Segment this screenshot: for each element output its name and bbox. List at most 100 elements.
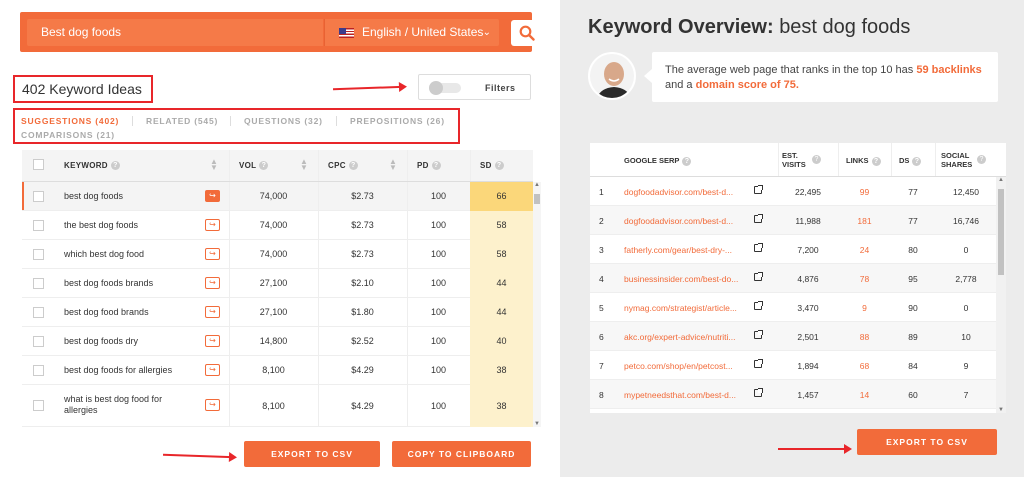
keyword-link-icon[interactable]: ↪ (205, 190, 220, 202)
row-checkbox[interactable] (33, 249, 44, 260)
export-csv-button[interactable]: EXPORT TO CSV (244, 441, 380, 467)
serp-url-link[interactable]: akc.org/expert-advice/nutriti... (624, 332, 736, 342)
links-cell[interactable]: 181 (838, 216, 891, 226)
keyword-link-icon[interactable]: ↪ (205, 399, 220, 411)
visits-cell: 1,894 (797, 361, 819, 371)
serp-url-link[interactable]: mypetneedsthat.com/best-d... (624, 390, 736, 400)
keyword-cell[interactable]: best dog foods (64, 191, 194, 202)
scroll-down-icon[interactable]: ▼ (533, 421, 541, 427)
serp-url-link[interactable]: nymag.com/strategist/article... (624, 303, 737, 313)
serp-url-link[interactable]: petco.com/shop/en/petcost... (624, 361, 733, 371)
keyword-cell[interactable]: best dog food brands (64, 307, 194, 318)
links-cell[interactable]: 9 (838, 303, 891, 313)
scroll-up-icon[interactable]: ▲ (533, 182, 541, 188)
keyword-cell[interactable]: what is best dog food for allergies (64, 394, 194, 416)
row-checkbox[interactable] (33, 365, 44, 376)
scrollbar-thumb[interactable] (998, 189, 1004, 275)
search-button[interactable] (511, 20, 543, 46)
links-cell[interactable]: 99 (838, 187, 891, 197)
row-checkbox[interactable] (33, 307, 44, 318)
filters-button[interactable]: Filters (485, 83, 516, 93)
serp-url-link[interactable]: fatherly.com/gear/best-dry-... (624, 245, 732, 255)
keyword-cell[interactable]: the best dog foods (64, 220, 194, 231)
serp-url-link[interactable]: businessinsider.com/best-do... (624, 274, 738, 284)
vol-cell: 27,100 (259, 307, 288, 317)
sort-icon[interactable]: ▲ ▼ (300, 158, 308, 172)
keyword-cell[interactable]: best dog foods brands (64, 278, 194, 289)
table-row[interactable]: best dog foods brands ↪ 27,100 $2.10 100… (22, 269, 533, 298)
visits-cell: 22,495 (795, 187, 821, 197)
tab-divider (132, 116, 133, 126)
keyword-link-icon[interactable]: ↪ (205, 335, 220, 347)
row-checkbox[interactable] (33, 278, 44, 289)
links-cell[interactable]: 88 (838, 332, 891, 342)
links-cell[interactable]: 78 (838, 274, 891, 284)
visits-column-header[interactable]: EST. VISITS (782, 151, 814, 169)
sd-column-header[interactable]: SD? (480, 161, 504, 171)
external-link-icon[interactable] (754, 330, 763, 339)
tab-prepositions[interactable]: PREPOSITIONS (26) (350, 116, 445, 126)
keyword-link-icon[interactable]: ↪ (205, 248, 220, 260)
keyword-cell[interactable]: best dog foods for allergies (64, 365, 194, 376)
external-link-icon[interactable] (754, 243, 763, 252)
table-row[interactable]: best dog foods ↪ 74,000 $2.73 100 66 (22, 182, 533, 211)
tab-related[interactable]: RELATED (545) (146, 116, 218, 126)
tab-questions[interactable]: QUESTIONS (32) (244, 116, 323, 126)
select-all-checkbox[interactable] (33, 159, 44, 170)
scroll-down-icon[interactable]: ▼ (996, 407, 1006, 413)
sort-icon[interactable]: ▲ ▼ (389, 158, 397, 172)
filters-toggle[interactable] (429, 81, 461, 95)
scrollbar-thumb[interactable] (534, 194, 540, 204)
row-checkbox[interactable] (33, 400, 44, 411)
search-input[interactable]: Best dog foods (27, 19, 323, 46)
row-checkbox[interactable] (33, 220, 44, 231)
table-row[interactable]: best dog food brands ↪ 27,100 $1.80 100 … (22, 298, 533, 327)
external-link-icon[interactable] (754, 185, 763, 194)
keyword-cell[interactable]: which best dog food (64, 249, 194, 260)
table-row[interactable]: what is best dog food for allergies ↪ 8,… (22, 385, 533, 427)
external-link-icon[interactable] (754, 388, 763, 397)
keyword-link-icon[interactable]: ↪ (205, 219, 220, 231)
external-link-icon[interactable] (754, 359, 763, 368)
shares-cell: 0 (963, 245, 969, 255)
keyword-link-icon[interactable]: ↪ (205, 277, 220, 289)
serp-table-scrollbar[interactable]: ▲ ▼ (996, 177, 1006, 413)
ds-column-header[interactable]: DS? (899, 156, 922, 166)
links-column-header[interactable]: LINKS? (846, 156, 881, 166)
tab-comparisons[interactable]: COMPARISONS (21) (21, 130, 115, 140)
table-row[interactable]: best dog foods for allergies ↪ 8,100 $4.… (22, 356, 533, 385)
keyword-column-header[interactable]: KEYWORD? (64, 161, 120, 171)
copy-clipboard-button[interactable]: COPY TO CLIPBOARD (392, 441, 531, 467)
links-cell[interactable]: 24 (838, 245, 891, 255)
export-csv-button[interactable]: EXPORT TO CSV (857, 429, 997, 455)
language-select[interactable]: English / United States ⌄ (324, 19, 499, 46)
shares-cell: 16,746 (953, 216, 979, 226)
external-link-icon[interactable] (754, 272, 763, 281)
table-row[interactable]: best dog foods dry ↪ 14,800 $2.52 100 40 (22, 327, 533, 356)
person-icon (590, 54, 634, 98)
links-cell[interactable]: 14 (838, 390, 891, 400)
tab-suggestions[interactable]: SUGGESTIONS (402) (21, 116, 119, 126)
sort-icon[interactable]: ▲ ▼ (210, 158, 218, 172)
row-checkbox[interactable] (33, 191, 44, 202)
external-link-icon[interactable] (754, 301, 763, 310)
serp-column-header[interactable]: GOOGLE SERP? (624, 156, 692, 166)
pd-column-header[interactable]: PD? (417, 161, 441, 171)
keyword-table-scrollbar[interactable]: ▲ ▼ (533, 182, 541, 427)
links-cell[interactable]: 68 (838, 361, 891, 371)
shares-cell: 0 (963, 303, 969, 313)
vol-column-header[interactable]: VOL? (239, 161, 269, 171)
shares-column-header[interactable]: SOCIAL SHARES (941, 151, 975, 169)
scroll-up-icon[interactable]: ▲ (996, 177, 1006, 183)
keyword-link-icon[interactable]: ↪ (205, 306, 220, 318)
serp-url-link[interactable]: dogfoodadvisor.com/best-d... (624, 216, 733, 226)
keyword-link-icon[interactable]: ↪ (205, 364, 220, 376)
row-checkbox[interactable] (33, 336, 44, 347)
table-row[interactable]: which best dog food ↪ 74,000 $2.73 100 5… (22, 240, 533, 269)
table-row[interactable]: the best dog foods ↪ 74,000 $2.73 100 58 (22, 211, 533, 240)
cpc-column-header[interactable]: CPC? (328, 161, 358, 171)
keyword-cell[interactable]: best dog foods dry (64, 336, 194, 347)
vol-cell: 14,800 (259, 336, 288, 346)
serp-url-link[interactable]: dogfoodadvisor.com/best-d... (624, 187, 733, 197)
external-link-icon[interactable] (754, 214, 763, 223)
